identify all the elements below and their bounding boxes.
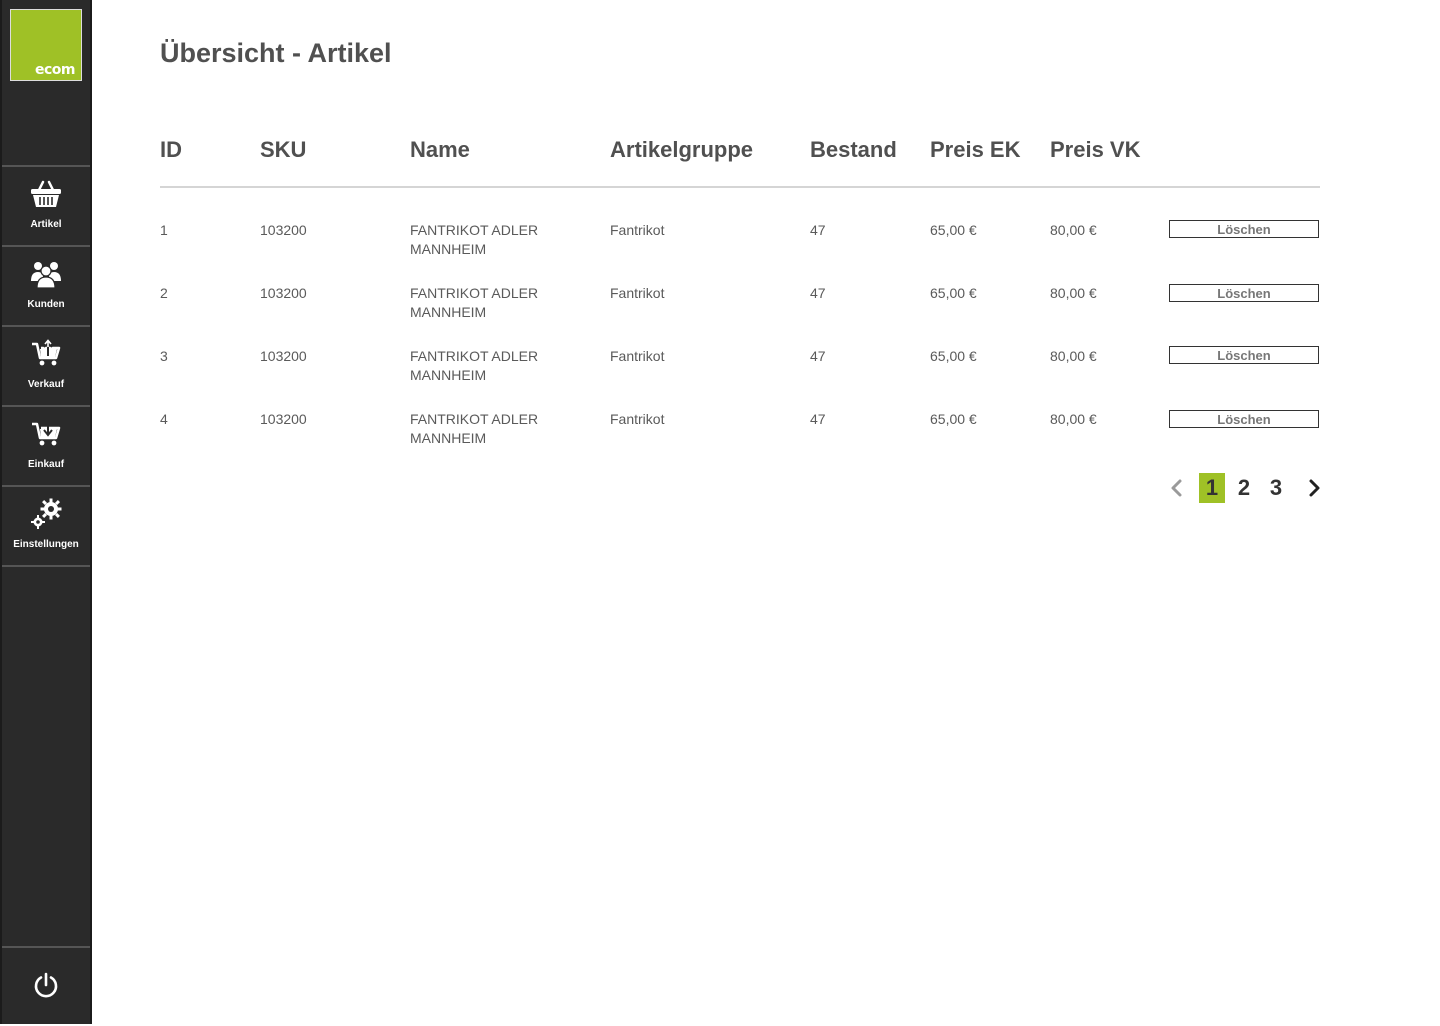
cell-price-vk: 80,00 € [1050,285,1097,301]
cell-name: FANTRIKOT ADLER [410,348,539,364]
cell-name-line2: MANNHEIM [410,430,487,446]
cell-stock: 47 [810,411,826,427]
cell-sku: 103200 [260,222,307,238]
sidebar-item-label: Einstellungen [13,539,79,550]
cell-price-vk: 80,00 € [1050,222,1097,238]
logout-button[interactable] [2,946,90,1026]
delete-button[interactable]: Löschen [1169,410,1319,428]
sidebar-item-kunden[interactable]: Kunden [2,245,90,325]
page-button-1[interactable]: 1 [1199,473,1225,503]
cell-id: 1 [160,222,168,238]
page-title: Übersicht - Artikel [160,38,392,68]
column-header-price-vk[interactable]: Preis VK [1050,137,1141,163]
cell-id: 2 [160,285,168,301]
power-icon [32,971,60,1004]
cell-price-ek: 65,00 € [930,285,977,301]
sidebar-item-einstellungen[interactable]: Einstellungen [2,485,90,567]
sidebar-item-verkauf[interactable]: Verkauf [2,325,90,405]
cell-name-line2: MANNHEIM [410,367,487,383]
cell-sku: 103200 [260,411,307,427]
cell-stock: 47 [810,285,826,301]
cell-price-vk: 80,00 € [1050,348,1097,364]
column-header-name[interactable]: Name [410,137,470,163]
cell-group: Fantrikot [610,348,665,364]
page-button-3[interactable]: 3 [1263,473,1289,503]
cell-price-ek: 65,00 € [930,222,977,238]
cell-group: Fantrikot [610,285,665,301]
column-header-group[interactable]: Artikelgruppe [610,137,753,163]
logo-text: ecom [35,62,76,78]
sidebar-item-einkauf[interactable]: Einkauf [2,405,90,485]
delete-button[interactable]: Löschen [1169,284,1319,302]
cell-name: FANTRIKOT ADLER [410,222,539,238]
column-header-id[interactable]: ID [160,137,182,163]
cell-price-vk: 80,00 € [1050,411,1097,427]
cell-id: 4 [160,411,168,427]
cell-group: Fantrikot [610,222,665,238]
column-header-price-ek[interactable]: Preis EK [930,137,1021,163]
cell-price-ek: 65,00 € [930,411,977,427]
sidebar-item-label: Verkauf [27,379,65,390]
sidebar-item-label: Einkauf [27,459,65,470]
basket-icon [29,177,63,211]
logo[interactable]: ecom [10,9,82,81]
cell-stock: 47 [810,222,826,238]
delete-button[interactable]: Löschen [1169,346,1319,364]
sidebar-nav: Artikel Kunden Verkauf Einkauf Einstellu… [2,165,90,567]
sidebar-item-label: Kunden [27,299,65,310]
sidebar: ecom Artikel Kunden Verkauf Einkauf Eins… [0,0,92,1024]
cell-sku: 103200 [260,285,307,301]
cell-name-line2: MANNHEIM [410,241,487,257]
users-icon [29,257,63,291]
page-button-2[interactable]: 2 [1231,473,1257,503]
cell-name-line2: MANNHEIM [410,304,487,320]
chevron-left-icon[interactable] [1164,473,1190,503]
cart-upload-icon [29,337,63,371]
cell-name: FANTRIKOT ADLER [410,285,539,301]
chevron-right-icon[interactable] [1301,473,1327,503]
column-header-stock[interactable]: Bestand [810,137,897,163]
cell-group: Fantrikot [610,411,665,427]
cell-sku: 103200 [260,348,307,364]
delete-button[interactable]: Löschen [1169,220,1319,238]
cell-stock: 47 [810,348,826,364]
header-divider [160,186,1320,188]
cart-download-icon [29,417,63,451]
cell-price-ek: 65,00 € [930,348,977,364]
sidebar-item-label: Artikel [30,219,62,230]
cell-name: FANTRIKOT ADLER [410,411,539,427]
sidebar-item-artikel[interactable]: Artikel [2,165,90,245]
gears-icon [29,497,63,531]
cell-id: 3 [160,348,168,364]
column-header-sku[interactable]: SKU [260,137,306,163]
